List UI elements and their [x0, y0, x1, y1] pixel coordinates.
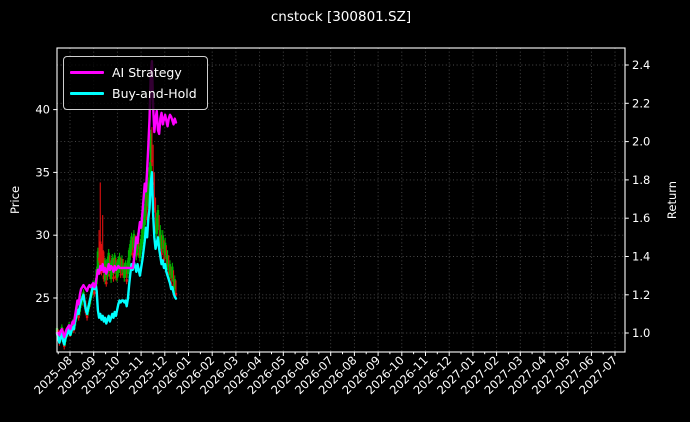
ai-strategy-line-swatch — [70, 70, 104, 75]
return-tick-label: 1.6 — [632, 211, 650, 225]
return-tick-label: 1.2 — [632, 288, 650, 302]
legend-item-buy-and-hold: Buy-and-Hold — [70, 83, 197, 104]
legend-label-ai-strategy: AI Strategy — [112, 65, 182, 80]
x-tick-labels: 2025-082025-092025-102025-112025-122026-… — [31, 353, 620, 397]
legend: AI Strategy Buy-and-Hold — [63, 56, 208, 110]
price-tick-label: 25 — [35, 291, 50, 305]
return-tick-label: 2.0 — [632, 135, 650, 149]
buy-and-hold-line-swatch — [70, 91, 104, 96]
legend-item-ai-strategy: AI Strategy — [70, 62, 197, 83]
legend-label-buy-and-hold: Buy-and-Hold — [112, 86, 197, 101]
figure: cnstock [300801.SZ] Price Return 25 30 35 4… — [0, 0, 690, 422]
return-tick-label: 2.2 — [632, 96, 650, 110]
return-tick-label: 1.0 — [632, 326, 650, 340]
return-tick-label: 1.8 — [632, 173, 650, 187]
price-tick-label: 30 — [35, 228, 50, 242]
return-tick-label: 1.4 — [632, 250, 650, 264]
price-tick-label: 35 — [35, 165, 50, 179]
price-tick-label: 40 — [35, 103, 50, 117]
return-tick-label: 2.4 — [632, 58, 650, 72]
